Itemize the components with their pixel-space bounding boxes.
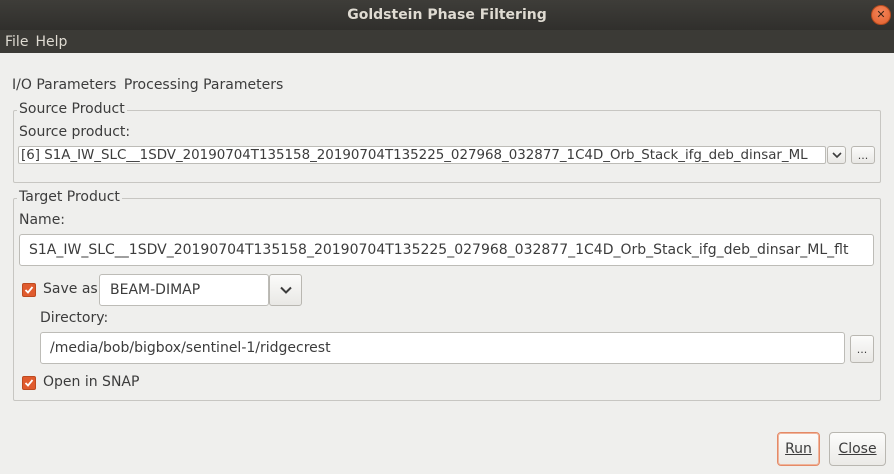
tab-bar: I/O Parameters Processing Parameters bbox=[12, 77, 286, 93]
target-name-label: Name: bbox=[19, 212, 66, 228]
source-product-value: [6] S1A_IW_SLC__1SDV_20190704T135158_201… bbox=[21, 147, 808, 163]
menu-help[interactable]: Help bbox=[35, 34, 67, 50]
menubar: File Help bbox=[0, 30, 894, 53]
window-title: Goldstein Phase Filtering bbox=[347, 7, 547, 23]
menu-file[interactable]: File bbox=[5, 34, 28, 50]
source-product-label: Source product: bbox=[19, 124, 131, 140]
chevron-down-icon bbox=[831, 151, 842, 158]
target-product-group-title: Target Product bbox=[17, 189, 122, 205]
tab-io-parameters[interactable]: I/O Parameters bbox=[12, 77, 116, 93]
close-icon: ✕ bbox=[876, 8, 886, 21]
source-product-browse-button[interactable]: ... bbox=[851, 146, 875, 164]
save-as-format-select[interactable]: BEAM-DIMAP bbox=[99, 274, 269, 306]
run-button[interactable]: Run bbox=[777, 432, 820, 466]
directory-browse-button[interactable]: ... bbox=[850, 335, 874, 363]
save-as-format-value: BEAM-DIMAP bbox=[110, 282, 201, 298]
directory-input[interactable]: /media/bob/bigbox/sentinel-1/ridgecrest bbox=[40, 332, 845, 364]
save-as-format-dropdown-button[interactable] bbox=[269, 274, 302, 306]
target-name-value: S1A_IW_SLC__1SDV_20190704T135158_2019070… bbox=[29, 242, 849, 258]
tab-processing-parameters[interactable]: Processing Parameters bbox=[124, 77, 283, 93]
checkmark-icon bbox=[24, 286, 34, 294]
directory-label: Directory: bbox=[40, 310, 109, 326]
source-product-dropdown-button[interactable] bbox=[827, 146, 846, 164]
window-titlebar: Goldstein Phase Filtering bbox=[0, 0, 894, 30]
save-as-checkbox[interactable] bbox=[22, 283, 36, 297]
close-button-label: Close bbox=[838, 441, 877, 457]
directory-value: /media/bob/bigbox/sentinel-1/ridgecrest bbox=[50, 340, 331, 356]
source-product-group-title: Source Product bbox=[17, 101, 127, 117]
save-as-label: Save as: bbox=[43, 281, 103, 297]
close-button[interactable]: Close bbox=[829, 432, 886, 466]
checkmark-icon bbox=[24, 379, 34, 387]
source-product-select[interactable]: [6] S1A_IW_SLC__1SDV_20190704T135158_201… bbox=[18, 146, 826, 164]
open-in-snap-label: Open in SNAP bbox=[43, 374, 140, 390]
run-button-label: Run bbox=[785, 441, 812, 457]
open-in-snap-checkbox[interactable] bbox=[22, 376, 36, 390]
chevron-down-icon bbox=[279, 286, 292, 294]
window-close-button[interactable]: ✕ bbox=[871, 5, 891, 25]
target-name-input[interactable]: S1A_IW_SLC__1SDV_20190704T135158_2019070… bbox=[19, 234, 874, 266]
